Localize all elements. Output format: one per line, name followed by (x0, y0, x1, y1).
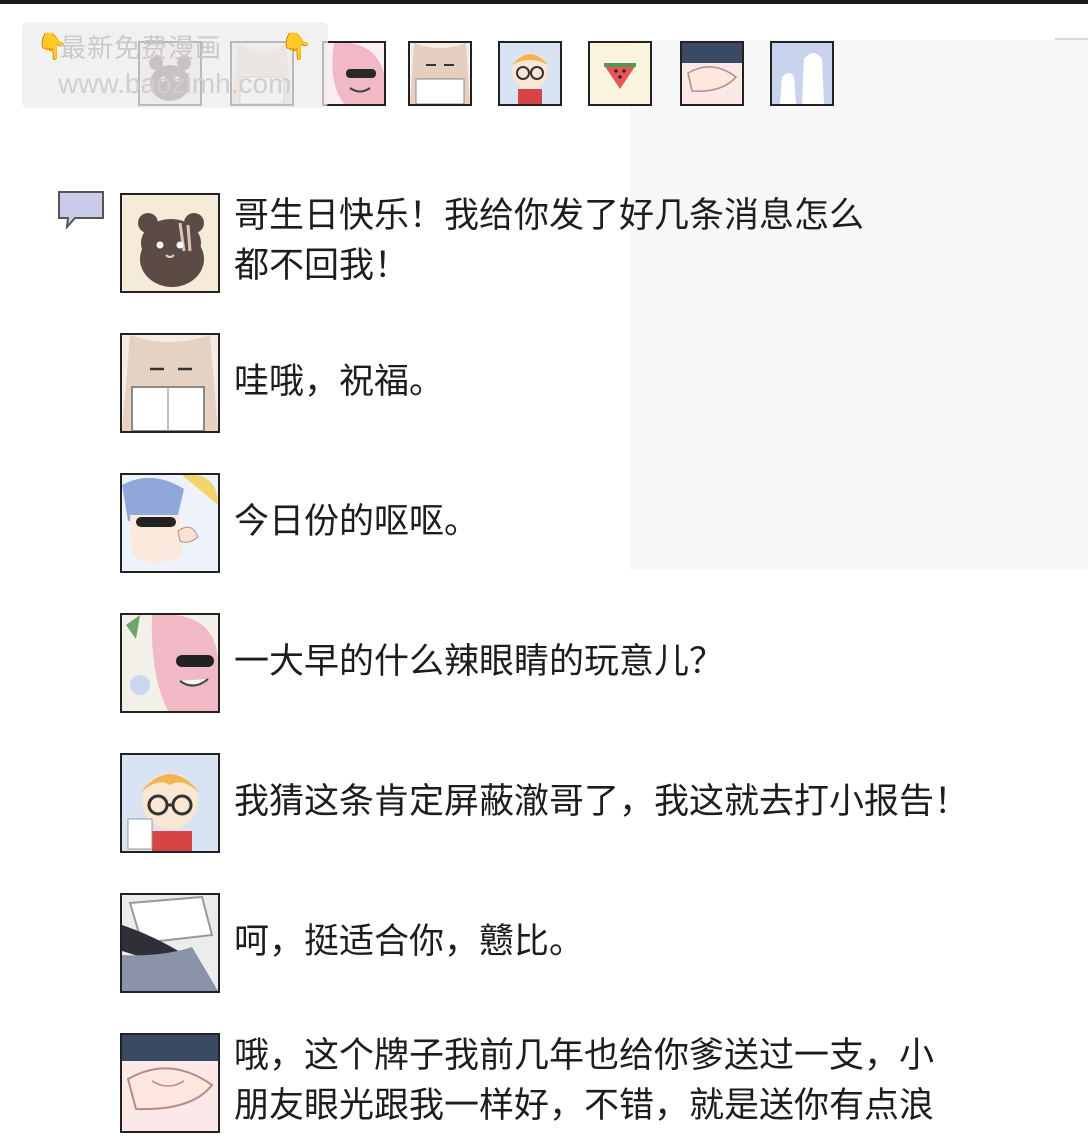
watermark: 👇 最新免费漫画 👇 www.baozimh.com (22, 22, 328, 108)
thumbnail-pink-sunglasses[interactable] (322, 41, 386, 106)
squirrel-avatar-icon (138, 213, 204, 287)
holding-hands-thumb-icon (682, 43, 742, 92)
watermark-title: 最新免费漫画 (60, 34, 223, 64)
message-line: 我猜这条肯定屏蔽澈哥了，我这就去打小报告！ (234, 782, 970, 822)
avatar[interactable] (120, 1033, 220, 1133)
glasses-boy-avatar-icon (127, 773, 200, 851)
thumbnail-two-figures[interactable] (770, 41, 834, 106)
message-line: 哦，这个牌子我前几年也给你爹送过一支，小 (234, 1036, 935, 1076)
avatar[interactable] (120, 473, 220, 573)
message-text: 今日份的呕呕。 (234, 497, 1084, 547)
message-text: 哦，这个牌子我前几年也给你爹送过一支，小 朋友眼光跟我一样好，不错，就是送你有点… (234, 1031, 1084, 1131)
message-text: 哥生日快乐！我给你发了好几条消息怎么 都不回我！ (234, 191, 1084, 291)
pointing-hand-icon: 👇 (280, 32, 313, 62)
pink-hair-sunglasses-avatar-icon (126, 615, 218, 711)
avatar[interactable] (120, 613, 220, 713)
message-line: 哇哦，祝福。 (234, 362, 445, 402)
comment-bubble-icon (58, 191, 104, 230)
sleeping-book-avatar-icon (122, 895, 218, 991)
message-text: 呵，挺适合你，戆比。 (234, 917, 1084, 967)
avatar[interactable] (120, 753, 220, 853)
sunglasses-pink-thumb-icon (332, 43, 384, 104)
avatar[interactable] (120, 333, 220, 433)
thumbnail-glasses-boy[interactable] (498, 41, 562, 106)
message-line: 一大早的什么辣眼睛的玩意儿？ (234, 642, 725, 682)
message-text: 我猜这条肯定屏蔽澈哥了，我这就去打小报告！ (234, 777, 1084, 827)
message-line: 朋友眼光跟我一样好，不错，就是送你有点浪 (234, 1086, 935, 1126)
background-panel (630, 40, 1088, 570)
avatar[interactable] (120, 893, 220, 993)
watermark-url: www.baozimh.com (58, 68, 292, 99)
message-line: 哥生日快乐！我给你发了好几条消息怎么 (234, 196, 865, 236)
reading-girl-avatar-icon (122, 335, 218, 431)
message-text: 哇哦，祝福。 (234, 357, 1084, 407)
avatar[interactable] (120, 193, 220, 293)
message-text: 一大早的什么辣眼睛的玩意儿？ (234, 637, 1084, 687)
two-figures-thumb-icon (780, 53, 824, 104)
message-line: 都不回我！ (234, 246, 410, 286)
book-girl-thumb-icon (410, 43, 470, 104)
thumbnail-holding-hands[interactable] (680, 41, 744, 106)
thumbnail-watermelon[interactable] (588, 41, 652, 106)
thumbnail-book-girl[interactable] (408, 41, 472, 106)
message-line: 今日份的呕呕。 (234, 502, 480, 542)
watermelon-thumb-icon (604, 63, 636, 89)
top-border (0, 0, 1088, 4)
divider (1055, 38, 1088, 40)
blue-hair-sunglasses-avatar-icon (122, 475, 218, 563)
holding-hands-avatar-icon (122, 1035, 218, 1111)
message-line: 呵，挺适合你，戆比。 (234, 922, 585, 962)
glasses-boy-thumb-icon (512, 53, 548, 104)
